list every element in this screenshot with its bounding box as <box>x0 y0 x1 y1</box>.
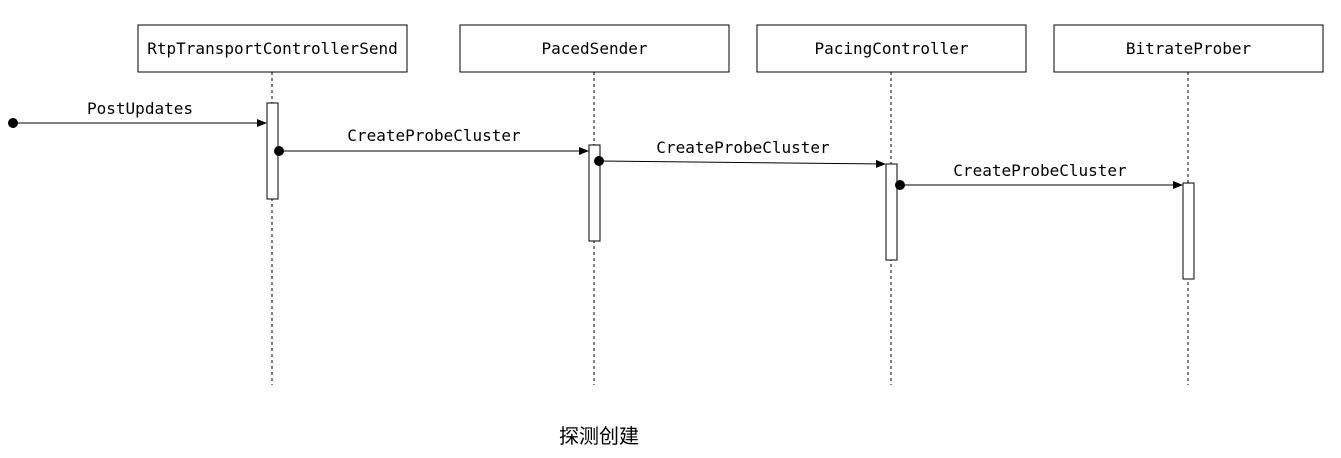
message-create-probe-cluster-2: CreateProbeCluster <box>594 138 886 168</box>
participant-paced-sender: PacedSender <box>459 24 730 73</box>
participant-label: BitrateProber <box>1126 39 1252 58</box>
sequence-diagram: RtpTransportControllerSend PacedSender P… <box>8 24 1324 385</box>
message-create-probe-cluster-1: CreateProbeCluster <box>274 126 589 156</box>
activation-bar-pacing-controller <box>885 163 898 261</box>
participant-rtp-transport-controller-send: RtpTransportControllerSend <box>137 24 408 73</box>
message-label: CreateProbeCluster <box>656 138 830 157</box>
participant-bitrate-prober: BitrateProber <box>1053 24 1324 73</box>
participant-label: PacingController <box>814 39 968 58</box>
activation-bar-bitrate-prober <box>1182 182 1195 280</box>
diagram-caption: 探测创建 <box>559 424 639 448</box>
message-arrow <box>598 159 886 168</box>
message-label: CreateProbeCluster <box>953 161 1127 180</box>
message-post-updates: PostUpdates <box>8 99 267 128</box>
participant-label: RtpTransportControllerSend <box>147 39 397 58</box>
message-create-probe-cluster-3: CreateProbeCluster <box>895 161 1183 190</box>
message-label: PostUpdates <box>87 99 193 118</box>
message-label: CreateProbeCluster <box>347 126 521 145</box>
participant-pacing-controller: PacingController <box>756 24 1027 73</box>
participant-label: PacedSender <box>542 39 648 58</box>
